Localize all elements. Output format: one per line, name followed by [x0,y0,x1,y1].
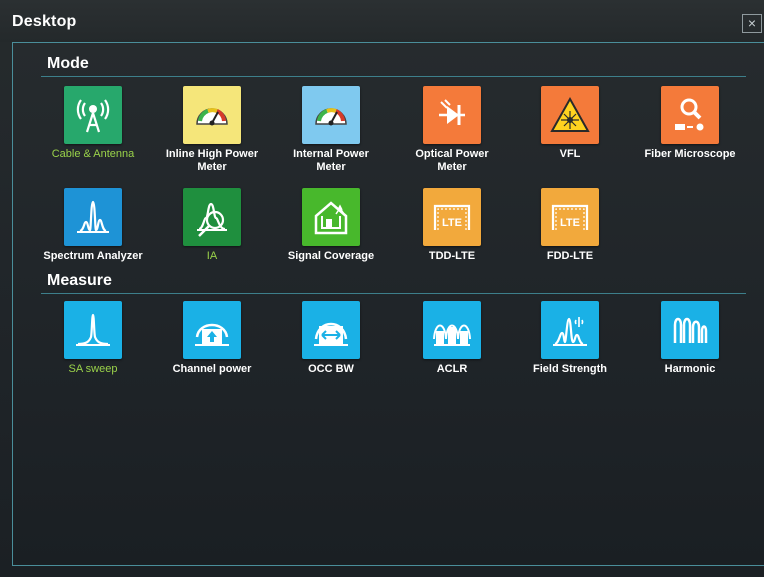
power-meter-icon[interactable] [302,86,360,144]
field-strength-icon[interactable] [541,301,599,359]
mode-tile-label: Internal Power Meter [293,148,369,173]
occ-bw-icon[interactable] [302,301,360,359]
measure-tile-channel-power[interactable]: Channel power [152,301,272,376]
microscope-icon[interactable] [661,86,719,144]
mode-tile-label: Optical Power Meter [415,148,489,173]
mode-tile-fdd-lte[interactable]: LTE FDD-LTE [510,188,630,263]
lte-icon[interactable]: LTE [541,188,599,246]
optical-power-icon[interactable] [423,86,481,144]
measure-tile-label: ACLR [436,363,468,375]
mode-tile-label: Inline High Power Meter [165,148,259,173]
mode-tile-ia[interactable]: IA [152,188,272,263]
title-bar: Desktop × [0,0,764,42]
sweep-icon[interactable] [64,301,122,359]
mode-tile-fiber-microscope[interactable]: Fiber Microscope [630,86,750,161]
interference-icon[interactable] [183,188,241,246]
harmonic-icon[interactable] [661,301,719,359]
spectrum-icon[interactable] [64,188,122,246]
mode-tile-cable-antenna[interactable]: Cable & Antenna [33,86,153,161]
measure-tile-field-strength[interactable]: Field Strength [510,301,630,376]
measure-tile-label: Channel power [172,363,252,375]
lte-icon[interactable]: LTE [423,188,481,246]
mode-tile-optical-power-meter[interactable]: Optical Power Meter [392,86,512,174]
mode-tile-vfl[interactable]: VFL [510,86,630,161]
coverage-icon[interactable] [302,188,360,246]
desktop-panel: Mode Cable & Antenna Inline High Power Met… [12,42,764,566]
close-button[interactable]: × [742,14,762,33]
window-title: Desktop [12,13,77,30]
desktop-window: Desktop × Mode Cable & Antenna Inline Hig… [0,0,764,577]
mode-tile-tdd-lte[interactable]: LTE TDD-LTE [392,188,512,263]
mode-tile-label: Spectrum Analyzer [43,250,143,262]
mode-tile-label: FDD-LTE [546,250,594,262]
measure-tile-harmonic[interactable]: Harmonic [630,301,750,376]
mode-tile-label: TDD-LTE [428,250,476,262]
mode-tile-signal-coverage[interactable]: Signal Coverage [271,188,391,263]
measure-tile-label: OCC BW [308,363,354,375]
mode-tile-label: Fiber Microscope [644,148,736,160]
svg-text:LTE: LTE [560,217,580,229]
measure-tile-sa-sweep[interactable]: SA sweep [33,301,153,376]
measure-tile-label: SA sweep [68,363,118,375]
mode-tile-label: IA [206,250,218,262]
section-title-mode: Mode [47,55,89,72]
measure-tile-label: Field Strength [533,363,607,375]
mode-tile-internal-power-meter[interactable]: Internal Power Meter [271,86,391,174]
measure-tile-label: Harmonic [664,363,716,375]
power-meter-icon[interactable] [183,86,241,144]
mode-tile-label: VFL [559,148,581,160]
measure-tile-aclr[interactable]: ACLR [392,301,512,376]
mode-tile-label: Signal Coverage [287,250,375,262]
svg-text:LTE: LTE [442,217,462,229]
antenna-icon[interactable] [64,86,122,144]
channel-power-icon[interactable] [183,301,241,359]
measure-divider [41,293,746,294]
mode-tile-spectrum-analyzer[interactable]: Spectrum Analyzer [33,188,153,263]
section-title-measure: Measure [47,272,112,289]
aclr-icon[interactable] [423,301,481,359]
mode-divider [41,76,746,77]
mode-tile-label: Cable & Antenna [51,148,135,160]
laser-warning-icon[interactable] [541,86,599,144]
mode-tile-inline-high-power-meter[interactable]: Inline High Power Meter [152,86,272,174]
measure-tile-occ-bw[interactable]: OCC BW [271,301,391,376]
